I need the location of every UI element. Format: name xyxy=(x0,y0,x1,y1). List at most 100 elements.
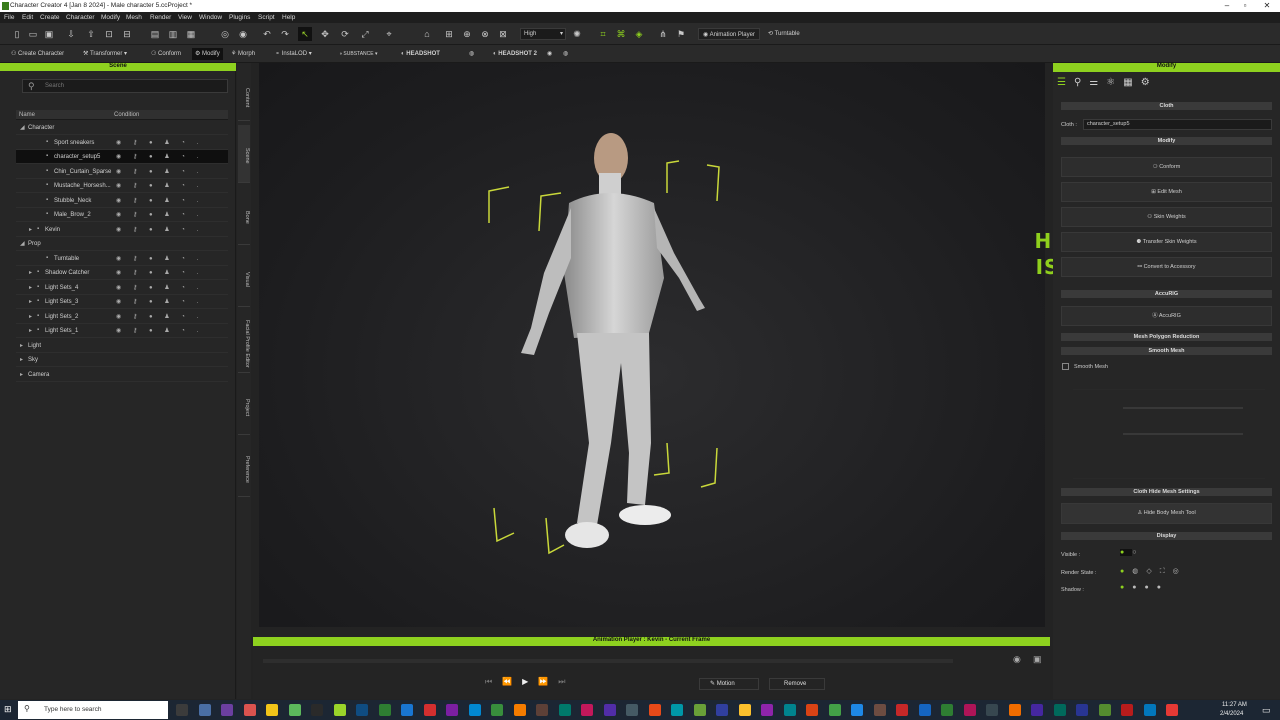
windows-start-icon[interactable]: ⊞ xyxy=(4,704,14,714)
expand-arrow-icon[interactable]: ▸ xyxy=(29,284,32,291)
tree-row[interactable]: ▸ ▪ Light Sets_3 ◉ ⚷ ● ♟ ◔ . xyxy=(16,295,228,309)
taskbar-app-icon[interactable] xyxy=(176,704,188,716)
visible-on-icon[interactable]: ● xyxy=(1120,549,1133,556)
modify-button[interactable]: ⚙ Modify xyxy=(192,48,223,60)
menu-plugins[interactable]: Plugins xyxy=(229,14,250,21)
shadow-receive-icon[interactable]: ● xyxy=(1132,584,1144,591)
pose-tab-icon[interactable]: ⚲ xyxy=(1074,77,1089,88)
condition-icons[interactable]: ◉ ⚷ ● ♟ ◔ . xyxy=(116,168,203,175)
tab-preference[interactable]: Preference xyxy=(238,439,250,497)
export-fbx-icon[interactable]: ⊡ xyxy=(102,27,116,41)
modify-section-header[interactable]: Modify xyxy=(1061,137,1272,145)
tab-visual[interactable]: Visual xyxy=(238,249,250,307)
cloth-section-header[interactable]: Cloth xyxy=(1061,102,1272,110)
taskbar-app-icon[interactable] xyxy=(806,704,818,716)
taskbar-app-icon[interactable] xyxy=(918,704,931,716)
animation-player-button[interactable]: ◉ Animation Player xyxy=(698,28,760,40)
expand-arrow-icon[interactable]: ▸ xyxy=(29,269,32,276)
condition-icons[interactable]: ◉ ⚷ ● ♟ ◔ . xyxy=(116,327,203,334)
3d-viewport[interactable]: HIDE BODY MESHIS USED TO KEEPTHEUNDERNEA… xyxy=(259,63,1242,627)
zoom-icon[interactable]: ⊕ xyxy=(460,27,474,41)
headshot2-button[interactable]: ◐ HEADSHOT 2 xyxy=(490,48,540,60)
taskbar-app-icon[interactable] xyxy=(401,704,413,716)
tree-row[interactable]: ▸ Sky xyxy=(16,353,228,367)
expand-arrow-icon[interactable]: ▸ xyxy=(29,298,32,305)
accurig-button[interactable]: Ⓐ AccuRIG xyxy=(1061,306,1272,326)
taskbar-app-icon[interactable] xyxy=(221,704,233,716)
taskbar-app-icon[interactable] xyxy=(986,704,998,716)
screenshot-icon[interactable]: ◎ xyxy=(218,27,232,41)
instalod-button[interactable]: ⚬ InstaLOD ▾ xyxy=(272,48,315,60)
tree-row[interactable]: ▸ ▪ Light Sets_1 ◉ ⚷ ● ♟ ◔ . xyxy=(16,324,228,338)
expand-arrow-icon[interactable]: ▸ xyxy=(29,313,32,320)
visible-off-icon[interactable]: ○ xyxy=(1132,549,1144,556)
conform-button[interactable]: ⚆ Conform xyxy=(148,48,184,60)
import-icon[interactable]: ⇩ xyxy=(64,27,78,41)
transfer-skin-weights-button[interactable]: ⚈ Transfer Skin Weights xyxy=(1061,232,1272,252)
motion-tab-icon[interactable]: ⚌ xyxy=(1089,77,1106,88)
taskbar-app-icon[interactable] xyxy=(761,704,773,716)
taskbar-app-icon[interactable] xyxy=(288,704,301,716)
scene-search-input[interactable]: ⚲ Search xyxy=(22,79,228,93)
expand-arrow-icon[interactable]: ◢ xyxy=(20,240,25,247)
taskbar-app-icon[interactable] xyxy=(828,704,841,716)
scale-icon[interactable]: ⤢ xyxy=(358,27,372,41)
next-frame-icon[interactable]: ⏩ xyxy=(538,677,558,686)
taskbar-app-icon[interactable] xyxy=(738,704,751,716)
tree-row[interactable]: ▪ character_setup5 ◉ ⚷ ● ♟ ◔ . xyxy=(16,150,228,164)
expand-arrow-icon[interactable]: ▸ xyxy=(29,226,32,233)
checker-icon[interactable]: ▦ xyxy=(1123,77,1140,88)
tree-row[interactable]: ◢ Prop xyxy=(16,237,228,251)
transformer-button[interactable]: ⚒ Transformer ▾ xyxy=(80,48,130,60)
smooth-mesh-checkbox[interactable] xyxy=(1062,363,1069,370)
play-icon[interactable]: ▶ xyxy=(522,677,538,686)
taskbar-app-icon[interactable] xyxy=(693,704,706,716)
tab-project[interactable]: Project xyxy=(238,377,250,435)
expand-arrow-icon[interactable]: ▸ xyxy=(20,342,23,349)
taskbar-app-icon[interactable] xyxy=(1121,704,1133,716)
camera-icon[interactable]: ◉ xyxy=(236,27,250,41)
menu-character[interactable]: Character xyxy=(66,14,95,21)
display-section-header[interactable]: Display xyxy=(1061,532,1272,540)
taskbar-app-icon[interactable] xyxy=(783,704,796,716)
condition-icons[interactable]: ◉ ⚷ ● ♟ ◔ . xyxy=(116,255,203,262)
bounding-box-icon[interactable]: ⛶ xyxy=(1160,568,1173,575)
select-icon[interactable]: ↖ xyxy=(298,27,312,41)
taskbar-app-icon[interactable] xyxy=(1143,704,1156,716)
conform-tool-button[interactable]: ⚆ Conform xyxy=(1061,157,1272,177)
menu-file[interactable]: File xyxy=(4,14,14,21)
smooth-mesh-section-header[interactable]: Smooth Mesh xyxy=(1061,347,1272,355)
taskbar-app-icon[interactable] xyxy=(1166,704,1178,716)
first-frame-icon[interactable]: ⏮ xyxy=(485,677,502,686)
shadow-both-icon[interactable]: ● xyxy=(1144,584,1156,591)
menu-mesh[interactable]: Mesh xyxy=(126,14,142,21)
taskbar-app-icon[interactable] xyxy=(1098,704,1111,716)
smooth-shade-icon[interactable]: ● xyxy=(1120,568,1132,575)
tree-row[interactable]: ▸ ▪ Shadow Catcher ◉ ⚷ ● ♟ ◔ . xyxy=(16,266,228,280)
close-button[interactable]: ✕ xyxy=(1262,1,1272,11)
tab-content[interactable]: Content xyxy=(238,71,250,121)
condition-icons[interactable]: ◉ ⚷ ● ♟ ◔ . xyxy=(116,139,203,146)
taskbar-app-icon[interactable] xyxy=(513,704,526,716)
xray-icon[interactable]: ◎ xyxy=(1173,568,1187,575)
expand-arrow-icon[interactable]: ▸ xyxy=(20,371,23,378)
tree-row[interactable]: ▪ Turntable ◉ ⚷ ● ♟ ◔ . xyxy=(16,252,228,266)
tree-row[interactable]: ▪ Chin_Curtain_Sparse ◉ ⚷ ● ♟ ◔ . xyxy=(16,165,228,179)
taskbar-app-icon[interactable] xyxy=(1076,704,1088,716)
tab-bone[interactable]: Bone xyxy=(238,187,250,245)
export-icon[interactable]: ⇧ xyxy=(84,27,98,41)
convert-to-accessory-button[interactable]: ⚯ Convert to Accessory xyxy=(1061,257,1272,277)
redo-icon[interactable]: ↷ xyxy=(278,27,292,41)
settings-icon[interactable]: ⚙ xyxy=(1141,77,1158,88)
hide-body-mesh-tool-button[interactable]: ♙ Hide Body Mesh Tool xyxy=(1061,503,1272,524)
condition-icons[interactable]: ◉ ⚷ ● ♟ ◔ . xyxy=(116,182,203,189)
render-icon[interactable]: ▦ xyxy=(184,27,198,41)
tree-row[interactable]: ▪ Stubble_Neck ◉ ⚷ ● ♟ ◔ . xyxy=(16,194,228,208)
taskbar-app-icon[interactable] xyxy=(333,704,346,716)
quality-dropdown[interactable]: High ▾ xyxy=(520,28,566,40)
taskbar-app-icon[interactable] xyxy=(446,704,458,716)
orbit-icon[interactable]: ⊗ xyxy=(478,27,492,41)
tree-row[interactable]: ▸ ▪ Light Sets_4 ◉ ⚷ ● ♟ ◔ . xyxy=(16,281,228,295)
flat-shade-icon[interactable]: ◍ xyxy=(1132,568,1146,575)
tab-facial-profile-editor[interactable]: Facial Profile Editor xyxy=(238,311,250,373)
